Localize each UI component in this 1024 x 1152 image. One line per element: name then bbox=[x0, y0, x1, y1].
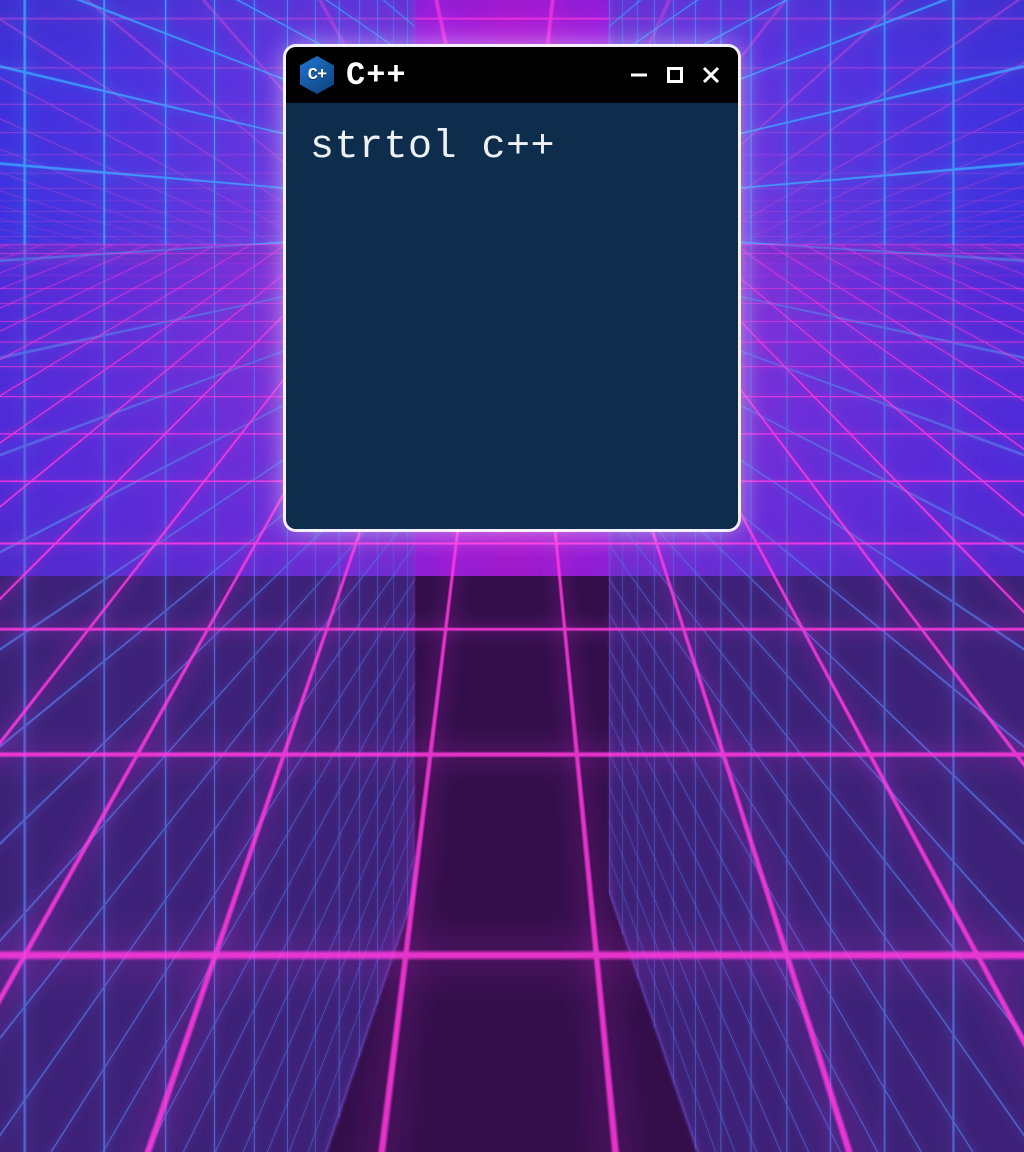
minimize-icon bbox=[629, 65, 649, 85]
close-icon bbox=[701, 65, 721, 85]
minimize-button[interactable] bbox=[624, 60, 654, 90]
maximize-button[interactable] bbox=[660, 60, 690, 90]
icon-label: C+ bbox=[308, 66, 326, 85]
titlebar[interactable]: C+ C++ bbox=[286, 47, 738, 103]
window-title: C++ bbox=[346, 57, 407, 94]
maximize-icon bbox=[666, 66, 684, 84]
client-area: strtol c++ bbox=[286, 103, 738, 529]
window-controls bbox=[624, 60, 726, 90]
cpp-hex-icon: C+ bbox=[300, 56, 334, 94]
app-window: C+ C++ strtol c++ bbox=[286, 47, 738, 529]
code-text: strtol c++ bbox=[310, 125, 714, 170]
close-button[interactable] bbox=[696, 60, 726, 90]
